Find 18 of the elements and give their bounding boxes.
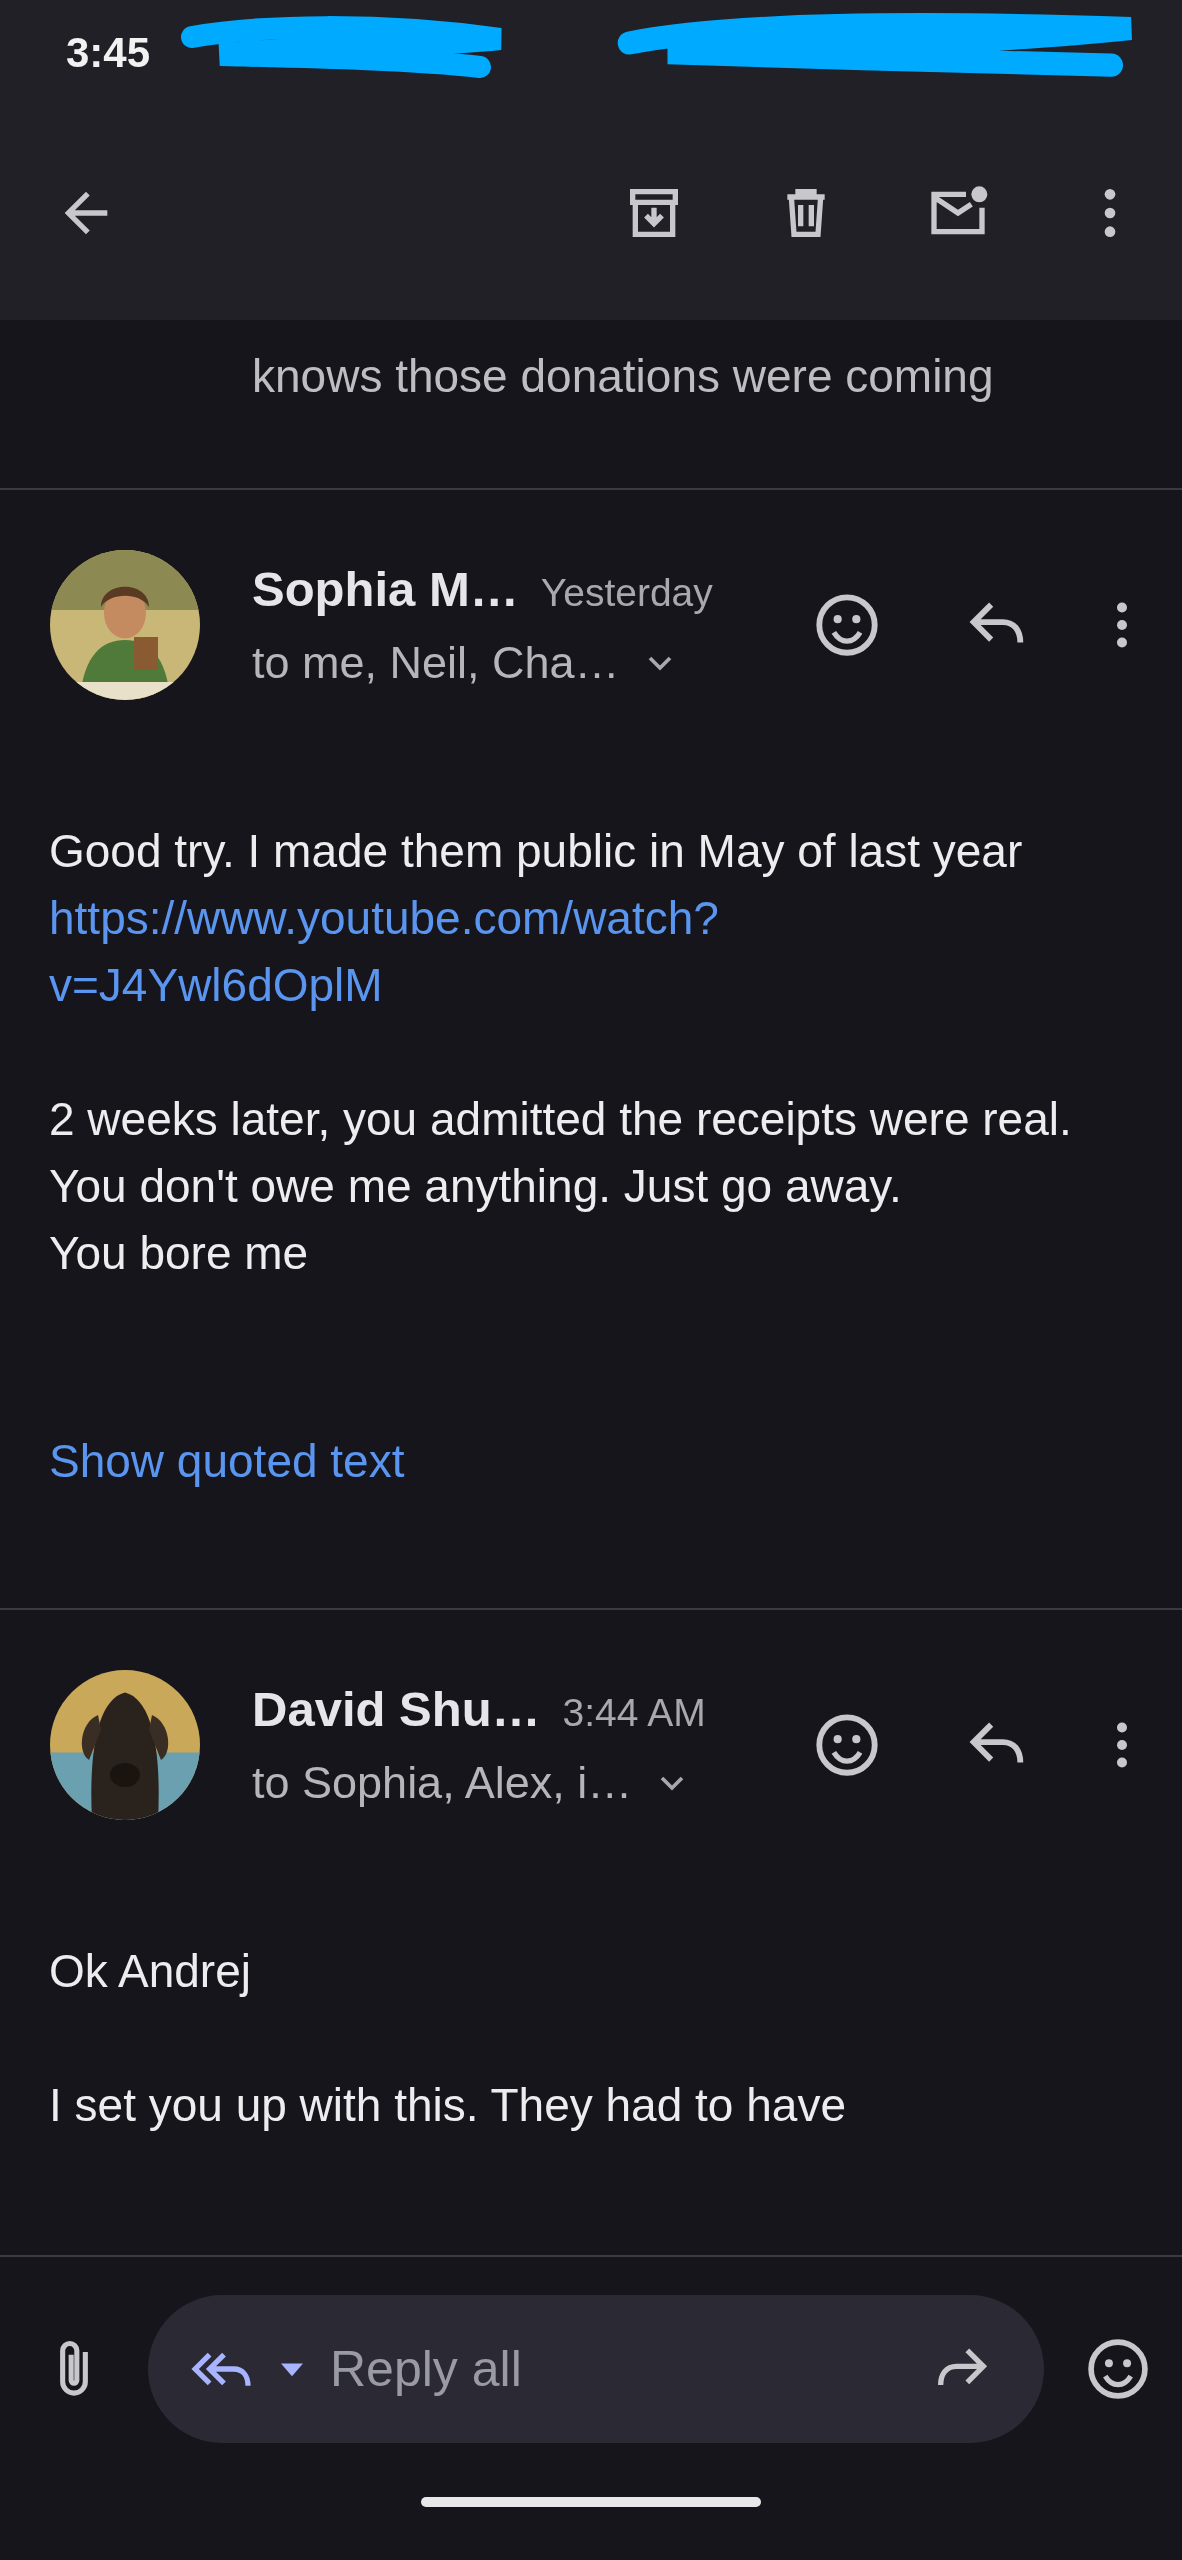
recipients: to me, Neil, Cha…	[252, 637, 620, 689]
link[interactable]: https://www.youtube.com/watch? v=J4Ywl6dOplM	[49, 885, 1142, 1019]
status-time: 3:45	[66, 28, 151, 77]
sender-name: Sophia M…	[252, 561, 519, 617]
message-text: 2 weeks later, you admitted the receipts were real.	[49, 1092, 1073, 1147]
show-quoted-text-link[interactable]: Show quoted text	[49, 1435, 405, 1487]
message-text: Good try. I made them public in May of last year	[49, 824, 1024, 879]
reply-all-field[interactable]: Reply all	[148, 2295, 1044, 2443]
message-text: You don't owe me anything. Just go away.	[49, 1159, 903, 1214]
message-time: Yesterday	[540, 571, 713, 615]
message-text: I set you up with this. They had to have	[49, 2078, 847, 2133]
recipients: to Sophia, Alex, i…	[252, 1757, 633, 1809]
message-text: knows those donations were coming	[252, 349, 995, 404]
message-text: You bore me	[49, 1226, 310, 1281]
message-time: 3:44 AM	[562, 1691, 706, 1735]
message-text: Ok Andrej	[49, 1944, 252, 1999]
sender-name: David Shu…	[252, 1681, 541, 1737]
home-indicator[interactable]	[421, 2496, 761, 2507]
